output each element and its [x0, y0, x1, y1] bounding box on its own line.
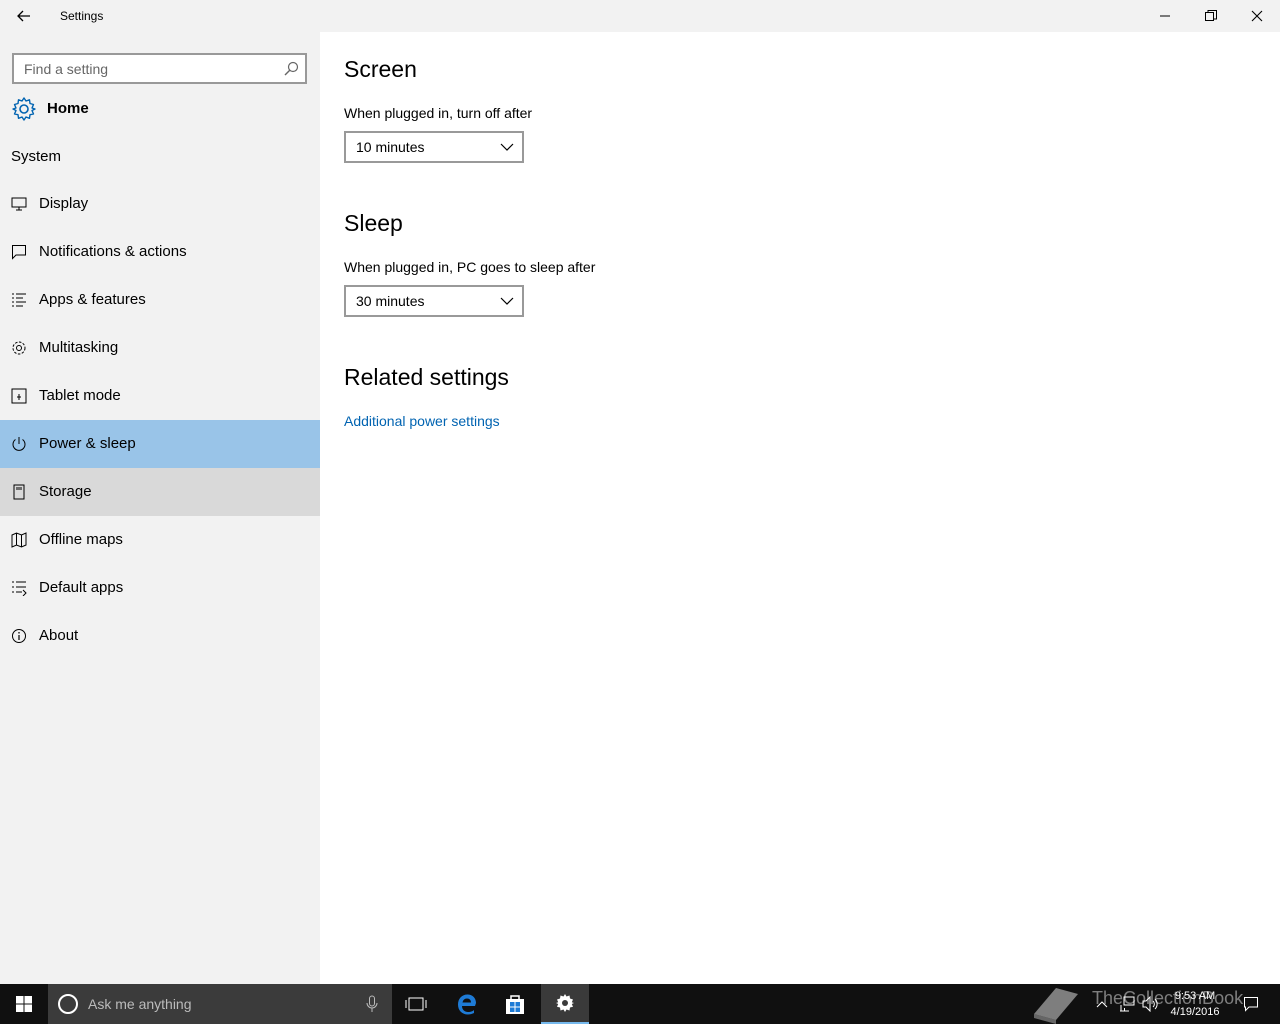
- window-title: Settings: [60, 9, 104, 23]
- gear-icon: [556, 994, 574, 1012]
- storage-icon: [13, 484, 25, 500]
- notification-icon: [1244, 997, 1258, 1012]
- sidebar: Find a setting Home System Display Notif…: [0, 32, 320, 984]
- microphone-icon[interactable]: [366, 995, 378, 1013]
- start-button[interactable]: [0, 984, 48, 1024]
- cortana-icon: [58, 994, 78, 1014]
- restore-button[interactable]: [1188, 0, 1234, 32]
- network-icon: [1120, 996, 1135, 1012]
- screen-timeout-label: When plugged in, turn off after: [344, 105, 533, 121]
- sidebar-item-label: Apps & features: [39, 291, 146, 308]
- sidebar-item-label: Display: [39, 195, 89, 212]
- system-clock[interactable]: 9:53 AM 4/19/2016: [1160, 988, 1230, 1020]
- clock-time: 9:53 AM: [1174, 990, 1216, 1002]
- edge-icon: [458, 994, 476, 1015]
- restore-icon: [1205, 10, 1217, 21]
- sidebar-item-label: Power & sleep: [39, 435, 136, 452]
- volume-button[interactable]: [1140, 984, 1162, 1024]
- info-icon: [12, 629, 26, 643]
- home-link[interactable]: Home: [0, 92, 320, 126]
- sidebar-item-notifications[interactable]: Notifications & actions: [0, 228, 320, 276]
- main-content: Screen When plugged in, turn off after 1…: [320, 32, 1280, 984]
- cortana-search-box[interactable]: Ask me anything: [48, 984, 392, 1024]
- sleep-timeout-dropdown[interactable]: 30 minutes: [344, 285, 524, 317]
- network-button[interactable]: [1116, 984, 1138, 1024]
- tablet-icon: [11, 388, 27, 404]
- sleep-timeout-label: When plugged in, PC goes to sleep after: [344, 259, 596, 275]
- section-title: System: [11, 148, 62, 165]
- cortana-placeholder: Ask me anything: [88, 996, 192, 1012]
- show-hidden-icons-button[interactable]: [1092, 984, 1112, 1024]
- back-arrow-icon: [17, 10, 30, 22]
- chevron-down-icon: [500, 143, 514, 151]
- sidebar-item-tablet-mode[interactable]: Tablet mode: [0, 372, 320, 420]
- sidebar-item-label: Offline maps: [39, 531, 123, 548]
- map-icon: [11, 532, 27, 548]
- sidebar-item-default-apps[interactable]: Default apps: [0, 564, 320, 612]
- chevron-up-icon: [1096, 1001, 1108, 1008]
- power-icon: [12, 437, 26, 451]
- store-button[interactable]: [491, 984, 539, 1024]
- sidebar-item-apps[interactable]: Apps & features: [0, 276, 320, 324]
- chevron-down-icon: [500, 297, 514, 305]
- related-settings-heading: Related settings: [344, 364, 509, 390]
- store-icon: [506, 995, 524, 1014]
- search-placeholder: Find a setting: [24, 61, 109, 77]
- speaker-icon: [1142, 996, 1158, 1012]
- close-button[interactable]: [1234, 0, 1280, 32]
- additional-power-settings-link[interactable]: Additional power settings: [344, 413, 500, 429]
- sidebar-item-power-sleep[interactable]: Power & sleep: [0, 420, 320, 468]
- taskbar: Ask me anything TheCollectionBook 9:53 A…: [0, 984, 1280, 1024]
- monitor-icon: [11, 197, 27, 211]
- sidebar-item-storage[interactable]: Storage: [0, 468, 320, 516]
- search-icon: [284, 61, 299, 76]
- edge-button[interactable]: [443, 984, 491, 1024]
- book-logo-icon: [1034, 988, 1078, 1024]
- back-button[interactable]: [0, 0, 48, 32]
- settings-taskbar-button[interactable]: [541, 984, 589, 1024]
- sleep-timeout-value: 30 minutes: [356, 293, 425, 309]
- task-view-button[interactable]: [392, 984, 440, 1024]
- sidebar-item-offline-maps[interactable]: Offline maps: [0, 516, 320, 564]
- screen-timeout-value: 10 minutes: [356, 139, 425, 155]
- sleep-heading: Sleep: [344, 210, 403, 236]
- sidebar-item-label: Multitasking: [39, 339, 119, 356]
- message-icon: [12, 245, 26, 260]
- minimize-button[interactable]: [1142, 0, 1188, 32]
- sidebar-item-label: Notifications & actions: [39, 243, 187, 260]
- default-apps-icon: [12, 581, 27, 596]
- title-bar: Settings: [0, 0, 1280, 32]
- task-view-icon: [405, 997, 427, 1011]
- search-input[interactable]: Find a setting: [12, 53, 307, 84]
- home-label: Home: [47, 100, 89, 117]
- sidebar-item-label: About: [39, 627, 79, 644]
- sidebar-item-about[interactable]: About: [0, 612, 320, 660]
- sidebar-item-display[interactable]: Display: [0, 180, 320, 228]
- sidebar-item-label: Storage: [39, 483, 92, 500]
- screen-heading: Screen: [344, 56, 417, 82]
- sidebar-item-label: Default apps: [39, 579, 124, 596]
- gear-icon: [12, 341, 26, 355]
- clock-date: 4/19/2016: [1170, 1006, 1220, 1018]
- screen-timeout-dropdown[interactable]: 10 minutes: [344, 131, 524, 163]
- sidebar-item-multitasking[interactable]: Multitasking: [0, 324, 320, 372]
- close-icon: [1251, 10, 1263, 22]
- sidebar-item-label: Tablet mode: [39, 387, 121, 404]
- list-icon: [12, 293, 26, 307]
- minimize-icon: [1160, 15, 1170, 17]
- windows-logo-icon: [16, 996, 32, 1012]
- gear-icon: [12, 97, 36, 121]
- action-center-button[interactable]: [1238, 984, 1264, 1024]
